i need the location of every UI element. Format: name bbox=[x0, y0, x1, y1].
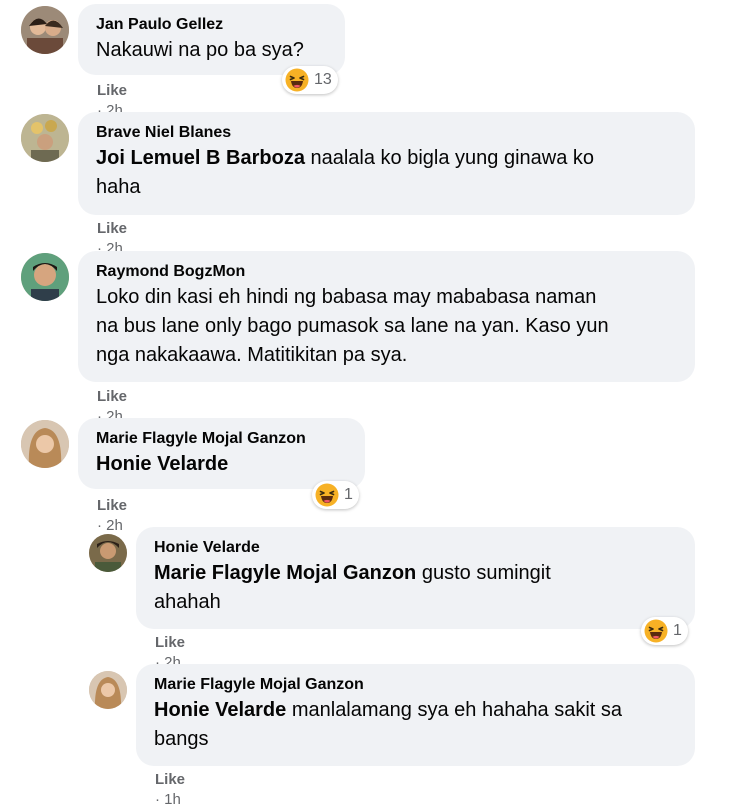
author-name[interactable]: Raymond BogzMon bbox=[96, 261, 677, 283]
timestamp[interactable]: 2h bbox=[106, 517, 123, 534]
reaction-count[interactable]: 1 bbox=[312, 481, 359, 509]
profile-photo-icon bbox=[89, 534, 127, 572]
mention-link[interactable]: Honie Velarde bbox=[96, 453, 228, 475]
avatar[interactable] bbox=[21, 420, 69, 468]
author-name[interactable]: Honie Velarde bbox=[154, 537, 677, 559]
like-button[interactable]: Like bbox=[97, 497, 127, 514]
avatar[interactable] bbox=[89, 671, 127, 709]
avatar[interactable] bbox=[89, 534, 127, 572]
profile-photo-icon bbox=[21, 420, 69, 468]
profile-photo-icon bbox=[21, 114, 69, 162]
mention-link[interactable]: Joi Lemuel B Barboza bbox=[96, 147, 305, 169]
avatar[interactable] bbox=[21, 253, 69, 301]
comment-text-line: na bus lane only bago pumasok sa lane na… bbox=[96, 315, 609, 337]
comment-text-line: nga nakakaawa. Matitikitan pa sya. bbox=[96, 344, 408, 366]
profile-photo-icon bbox=[21, 6, 69, 54]
comment-text: Marie Flagyle Mojal Ganzon gusto sumingi… bbox=[154, 562, 551, 584]
comment-text: Honie Velarde manlalamang sya eh hahaha … bbox=[154, 699, 623, 721]
reply-bubble: Honie Velarde Marie Flagyle Mojal Ganzon… bbox=[136, 527, 695, 629]
author-name[interactable]: Marie Flagyle Mojal Ganzon bbox=[96, 428, 347, 450]
like-button[interactable]: Like bbox=[155, 634, 185, 651]
like-button[interactable]: Like bbox=[97, 82, 127, 99]
reaction-count[interactable]: 13 bbox=[282, 66, 338, 94]
mention-link[interactable]: Marie Flagyle Mojal Ganzon bbox=[154, 562, 416, 584]
reply-bubble: Marie Flagyle Mojal Ganzon Honie Velarde… bbox=[136, 664, 695, 766]
reaction-count[interactable]: 1 bbox=[641, 617, 688, 645]
avatar[interactable] bbox=[21, 6, 69, 54]
author-name[interactable]: Marie Flagyle Mojal Ganzon bbox=[154, 674, 677, 696]
comment-text: Honie Velarde bbox=[96, 450, 347, 479]
profile-photo-icon bbox=[21, 253, 69, 301]
like-button[interactable]: Like bbox=[97, 388, 127, 405]
haha-emoji-icon bbox=[315, 483, 339, 507]
mention-link[interactable]: Honie Velarde bbox=[154, 699, 286, 721]
haha-emoji-icon bbox=[644, 619, 668, 643]
comment-text: Joi Lemuel B Barboza naalala ko bigla yu… bbox=[96, 147, 595, 169]
comment-bubble: Jan Paulo Gellez Nakauwi na po ba sya? bbox=[78, 4, 345, 75]
like-button[interactable]: Like bbox=[155, 771, 185, 788]
profile-photo-icon bbox=[89, 671, 127, 709]
comment-bubble: Raymond BogzMon Loko din kasi eh hindi n… bbox=[78, 251, 695, 382]
haha-emoji-icon bbox=[285, 68, 309, 92]
comment-text-line: ahahah bbox=[154, 591, 221, 613]
timestamp[interactable]: 1h bbox=[164, 791, 181, 808]
comment-text-line: Loko din kasi eh hindi ng babasa may mab… bbox=[96, 286, 597, 308]
author-name[interactable]: Jan Paulo Gellez bbox=[96, 14, 327, 36]
comment-text: Nakauwi na po ba sya? bbox=[96, 39, 304, 61]
comment-bubble: Marie Flagyle Mojal Ganzon Honie Velarde bbox=[78, 418, 365, 489]
avatar[interactable] bbox=[21, 114, 69, 162]
comment-meta: Like · 1h bbox=[155, 771, 186, 808]
like-button[interactable]: Like bbox=[97, 220, 127, 237]
comment-bubble: Brave Niel Blanes Joi Lemuel B Barboza n… bbox=[78, 112, 695, 215]
comment-meta: Like · 2h bbox=[97, 497, 128, 534]
comment-text-line: bangs bbox=[154, 728, 209, 750]
author-name[interactable]: Brave Niel Blanes bbox=[96, 122, 677, 144]
comment-text-line: haha bbox=[96, 176, 141, 198]
